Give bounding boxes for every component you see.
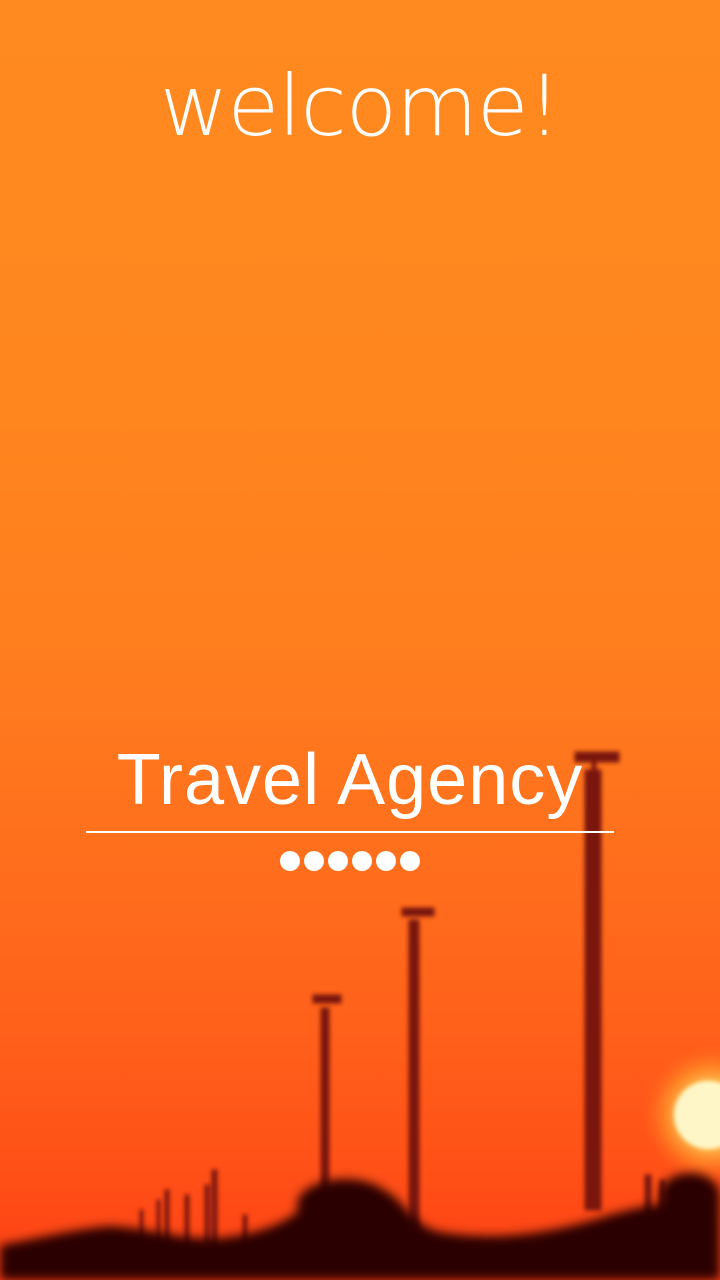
brand-block: Travel Agency	[86, 735, 614, 871]
sunset-background-illustration	[0, 751, 720, 1280]
loading-dot	[400, 851, 420, 871]
welcome-heading: welcome!	[159, 57, 561, 155]
splash-screen: welcome! Travel Agency	[0, 0, 720, 1280]
loading-dot	[328, 851, 348, 871]
app-title: Travel Agency	[116, 740, 584, 820]
loading-dot	[304, 851, 324, 871]
loading-dot	[376, 851, 396, 871]
loading-indicator	[86, 851, 614, 871]
title-divider	[86, 831, 614, 833]
loading-dot	[352, 851, 372, 871]
loading-dot	[280, 851, 300, 871]
